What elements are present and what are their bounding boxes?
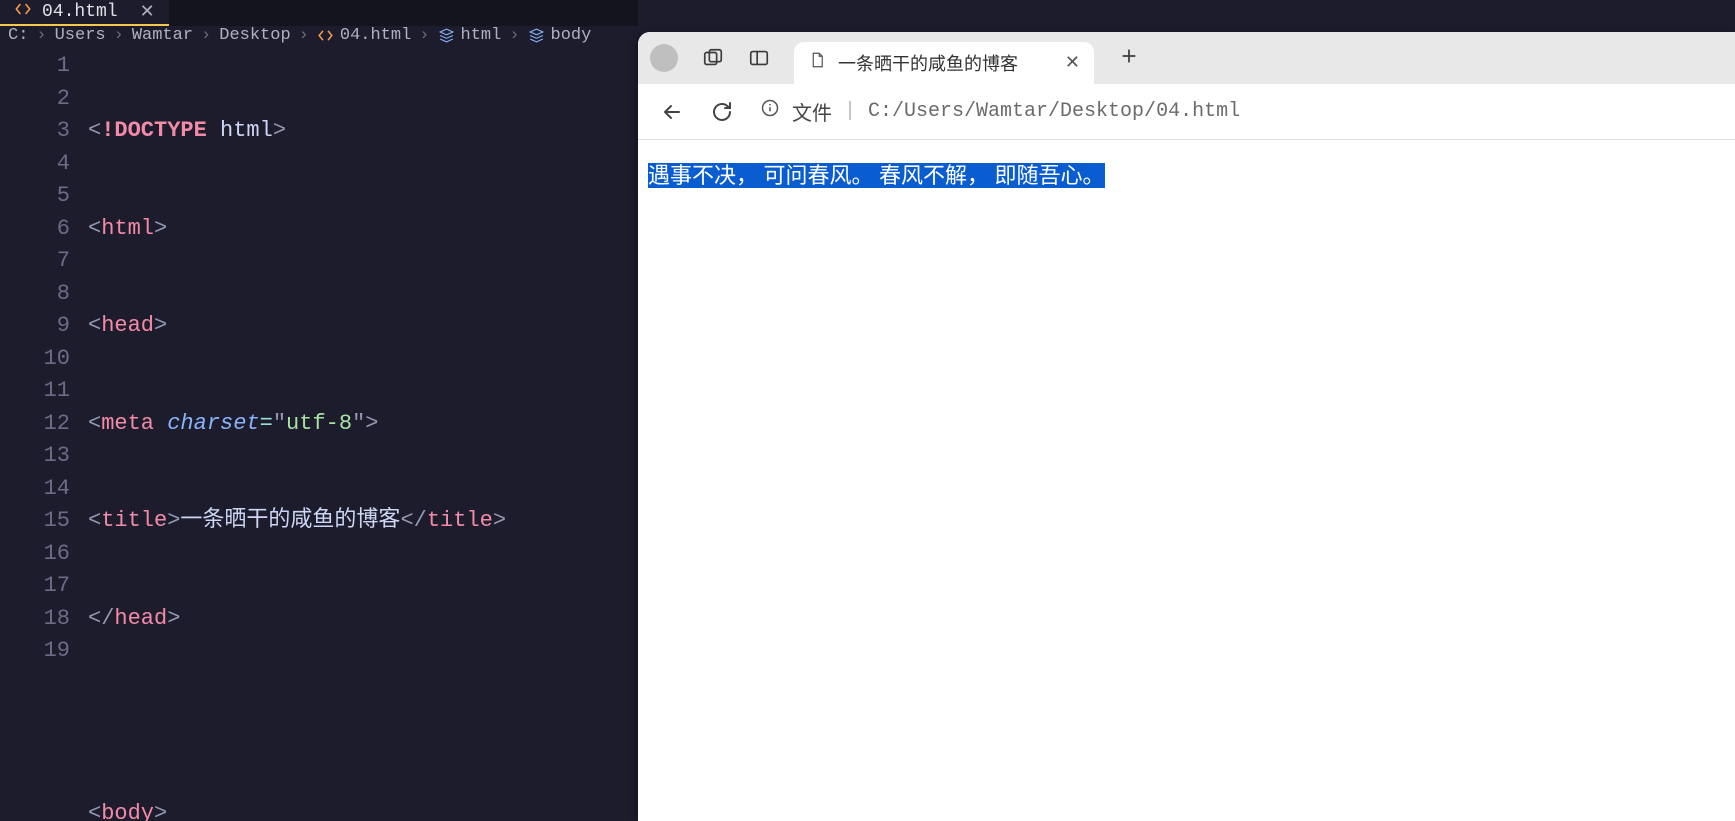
back-button[interactable]	[660, 100, 684, 124]
browser-viewport[interactable]: 遇事不决， 可问春风。 春风不解， 即随吾心。	[638, 140, 1735, 821]
close-icon[interactable]: ✕	[1065, 52, 1080, 74]
refresh-button[interactable]	[710, 100, 734, 124]
editor-tab-bar-empty[interactable]	[169, 0, 638, 26]
code-content[interactable]: <!DOCTYPE html> <html> <head> <meta char…	[88, 45, 638, 821]
line-number-gutter: 12345678910111213141516171819	[0, 45, 88, 821]
browser-nav-bar: 文件 | C:/Users/Wamtar/Desktop/04.html	[638, 84, 1735, 140]
info-icon[interactable]	[760, 98, 780, 125]
chevron-right-icon: ›	[413, 26, 435, 45]
breadcrumb-item[interactable]: html	[438, 26, 502, 45]
page-paragraph[interactable]: 遇事不决， 可问春风。 春风不解， 即随吾心。	[648, 158, 1725, 190]
code-editor[interactable]: 12345678910111213141516171819 <!DOCTYPE …	[0, 45, 638, 821]
editor-tab-active[interactable]: 04.html ✕	[0, 0, 169, 26]
browser-window: 一条晒干的咸鱼的博客 ✕ 文件 | C:/Users/Wamtar/Deskto…	[638, 32, 1735, 821]
page-icon	[808, 51, 826, 75]
breadcrumb-item[interactable]: body	[528, 26, 592, 45]
address-scheme-label: 文件	[792, 97, 832, 127]
breadcrumb-item[interactable]: Desktop	[219, 26, 290, 45]
breadcrumb: C:› Users› Wamtar› Desktop› 04.html › ht…	[0, 26, 638, 45]
avatar[interactable]	[650, 44, 678, 72]
html-file-icon	[14, 0, 32, 24]
editor-tab-filename: 04.html	[42, 2, 118, 22]
address-divider: |	[844, 100, 856, 123]
browser-tab-strip: 一条晒干的咸鱼的博客 ✕	[638, 32, 1735, 84]
address-bar[interactable]: 文件 | C:/Users/Wamtar/Desktop/04.html	[760, 97, 1713, 127]
editor-pane: 04.html ✕ C:› Users› Wamtar› Desktop› 04…	[0, 0, 638, 821]
close-icon[interactable]: ✕	[140, 1, 155, 23]
workspaces-icon[interactable]	[702, 47, 724, 69]
breadcrumb-item[interactable]: Wamtar	[132, 26, 193, 45]
chevron-right-icon: ›	[195, 26, 217, 45]
breadcrumb-item[interactable]: Users	[55, 26, 106, 45]
address-url: C:/Users/Wamtar/Desktop/04.html	[868, 100, 1240, 123]
panel-icon[interactable]	[748, 47, 770, 69]
chevron-right-icon: ›	[293, 26, 315, 45]
new-tab-button[interactable]	[1118, 45, 1140, 72]
chevron-right-icon: ›	[503, 26, 525, 45]
selected-text: 遇事不决， 可问春风。 春风不解， 即随吾心。	[648, 163, 1105, 188]
chevron-right-icon: ›	[108, 26, 130, 45]
chevron-right-icon: ›	[30, 26, 52, 45]
browser-tab-active[interactable]: 一条晒干的咸鱼的博客 ✕	[794, 42, 1094, 84]
browser-tab-title: 一条晒干的咸鱼的博客	[838, 50, 1018, 76]
editor-tab-bar: 04.html ✕	[0, 0, 638, 26]
breadcrumb-item[interactable]: 04.html	[317, 26, 411, 45]
breadcrumb-item[interactable]: C:	[8, 26, 28, 45]
